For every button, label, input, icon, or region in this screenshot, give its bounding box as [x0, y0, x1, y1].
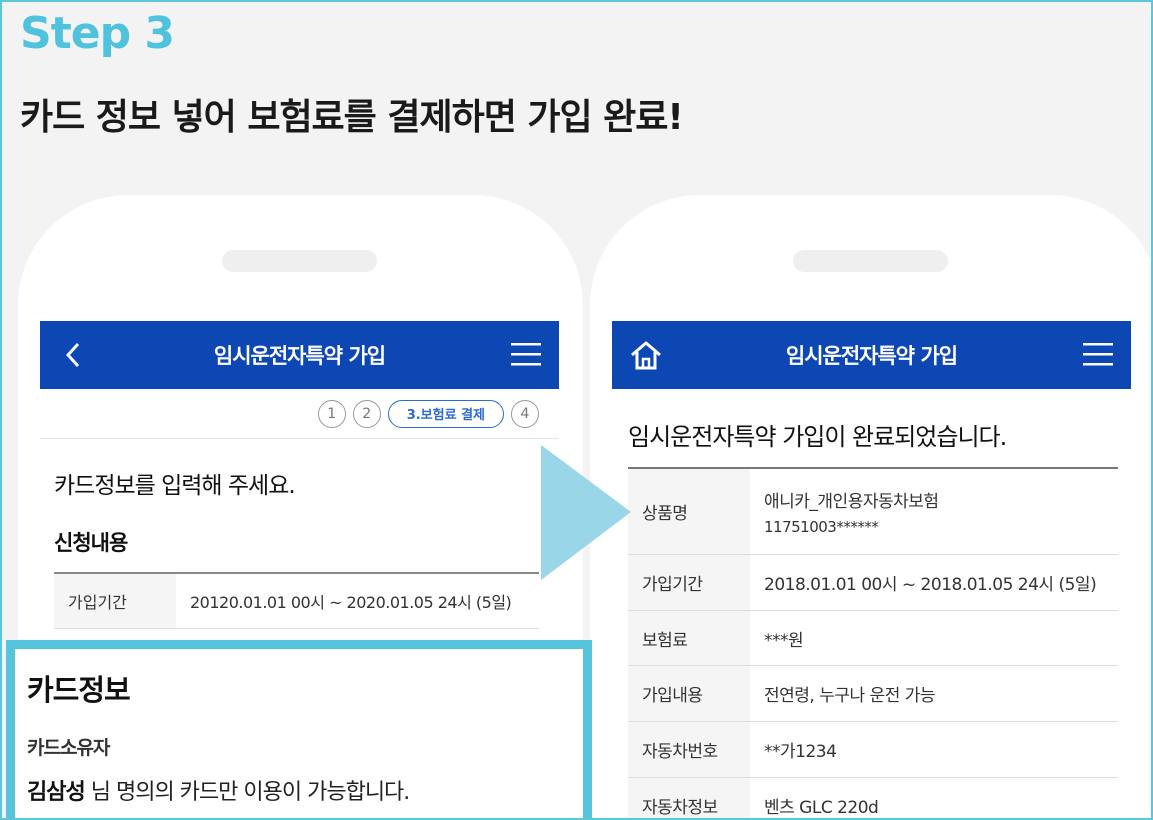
row-label: 자동차정보 [628, 778, 750, 820]
row-value: 2018.01.01 00시 ~ 2018.01.05 24시 (5일) [764, 575, 1097, 595]
row-value: 벤츠 GLC 220d [764, 798, 879, 818]
period-row: 가입기간 20120.01.01 00시 ~ 2020.01.05 24시 (5… [54, 574, 539, 629]
table-row: 가입기간 2018.01.01 00시 ~ 2018.01.05 24시 (5일… [628, 555, 1118, 611]
step-3-active: 3.보험료 결제 [387, 399, 504, 428]
step-1: 1 [317, 399, 346, 428]
phone-speaker [222, 250, 377, 272]
product-name: 애니카_개인용자동차보험 [764, 492, 939, 512]
policy-number: 11751003****** [764, 518, 879, 536]
chevron-left-icon[interactable] [56, 337, 92, 373]
card-input-prompt: 카드정보를 입력해 주세요. [54, 473, 296, 499]
phone-speaker [793, 250, 948, 272]
step-2: 2 [352, 399, 381, 428]
step-indicator: 1 2 3.보험료 결제 4 [40, 389, 559, 439]
card-info-title: 카드정보 [27, 673, 131, 707]
row-value: **가1234 [764, 742, 837, 762]
row-label: 가입내용 [628, 666, 750, 721]
app-bar-title: 임시운전자특약 가입 [785, 344, 958, 368]
card-info-box: 카드정보 카드소유자 김삼성 님 명의의 카드만 이용이 가능합니다. [6, 640, 592, 820]
card-owner-label: 카드소유자 [27, 737, 110, 759]
table-row: 자동차번호 **가1234 [628, 722, 1118, 778]
hamburger-menu-icon[interactable] [1083, 341, 1113, 367]
play-arrow-icon [541, 445, 631, 580]
complete-screen: 임시운전자특약 가입 임시운전자특약 가입이 완료되었습니다. 상품명 애니카_… [612, 321, 1131, 820]
card-notice-text: 님 명의의 카드만 이용이 가능합니다. [84, 780, 411, 805]
headline: 카드 정보 넣어 보험료를 결제하면 가입 완료! [20, 97, 684, 138]
complete-message: 임시운전자특약 가입이 완료되었습니다. [628, 423, 1007, 451]
table-row: 보험료 ***원 [628, 611, 1118, 666]
step-4: 4 [511, 399, 539, 428]
hamburger-menu-icon[interactable] [511, 341, 541, 367]
app-bar: 임시운전자특약 가입 [40, 321, 559, 389]
app-bar: 임시운전자특약 가입 [612, 321, 1131, 389]
row-label: 보험료 [628, 611, 750, 665]
app-bar-title: 임시운전자특약 가입 [213, 344, 386, 368]
card-owner-notice: 김삼성 님 명의의 카드만 이용이 가능합니다. [27, 774, 411, 806]
home-icon[interactable] [628, 337, 664, 373]
row-label: 가입기간 [628, 555, 750, 610]
table-row: 자동차정보 벤츠 GLC 220d [628, 778, 1118, 820]
row-value: 전연령, 누구나 운전 가능 [764, 686, 936, 706]
row-label: 상품명 [628, 469, 750, 554]
payment-screen: 임시운전자특약 가입 1 2 3.보험료 결제 4 카드정보를 입력해 주세요.… [40, 321, 559, 651]
table-row: 가입내용 전연령, 누구나 운전 가능 [628, 666, 1118, 722]
period-label: 가입기간 [54, 574, 176, 628]
table-row: 상품명 애니카_개인용자동차보험 11751003****** [628, 469, 1118, 555]
row-value: 애니카_개인용자동차보험 11751003****** [750, 469, 1118, 554]
card-owner-name: 김삼성 [27, 780, 86, 805]
step-label: Step 3 [20, 8, 175, 59]
row-label: 자동차번호 [628, 722, 750, 777]
period-value: 20120.01.01 00시 ~ 2020.01.05 24시 (5일) [190, 593, 512, 612]
info-table: 상품명 애니카_개인용자동차보험 11751003****** 가입기간 201… [628, 467, 1118, 820]
application-section-title: 신청내용 [54, 531, 128, 555]
row-value: ***원 [764, 630, 804, 651]
